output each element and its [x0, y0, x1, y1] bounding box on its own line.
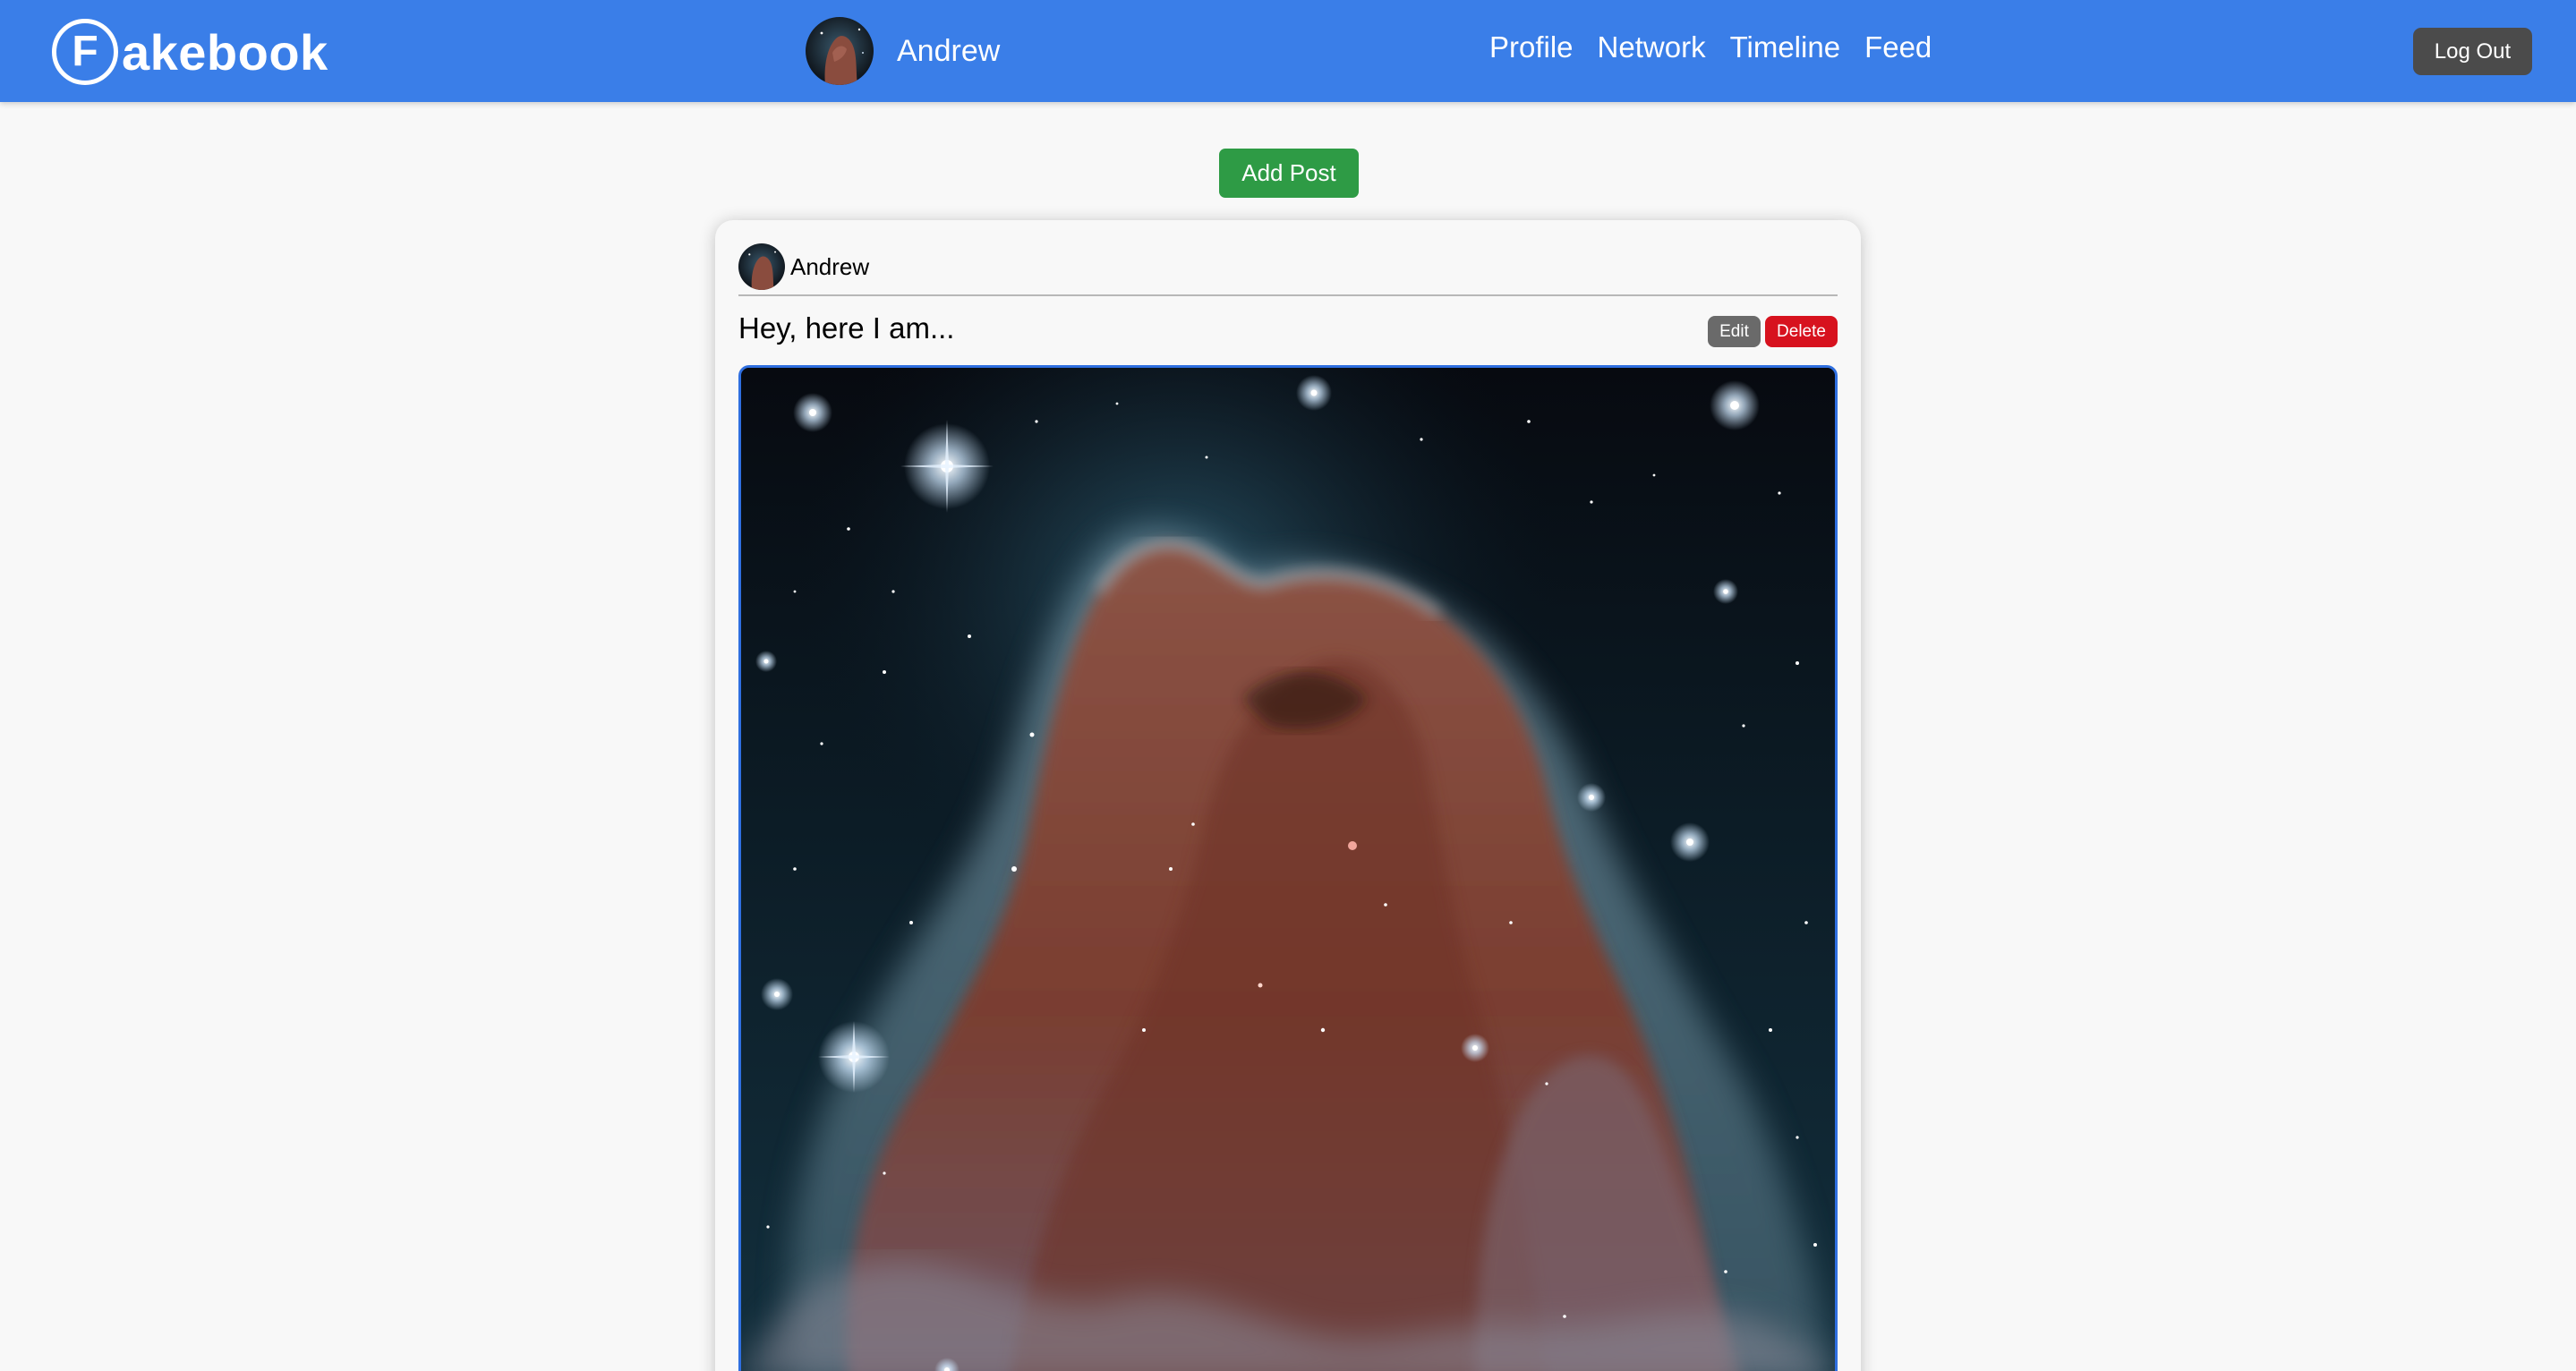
nebula-image: [741, 368, 1835, 1371]
logout-button[interactable]: Log Out: [2413, 28, 2532, 75]
post-author-avatar[interactable]: [738, 243, 785, 290]
post-caption: Hey, here I am...: [738, 311, 955, 345]
post-divider: [738, 294, 1838, 296]
post-author-name[interactable]: Andrew: [790, 253, 869, 281]
avatar[interactable]: [806, 17, 874, 85]
post-card: Andrew Hey, here I am... Edit Delete: [715, 220, 1861, 1371]
edit-post-button[interactable]: Edit: [1708, 316, 1761, 347]
delete-post-button[interactable]: Delete: [1765, 316, 1838, 347]
brand-logo[interactable]: F akebook: [52, 18, 328, 86]
current-user[interactable]: Andrew: [806, 17, 1000, 85]
nav-link-profile[interactable]: Profile: [1489, 30, 1574, 64]
post-header: Andrew: [738, 243, 869, 290]
nav-username[interactable]: Andrew: [897, 34, 1000, 69]
top-navbar: F akebook Andrew Profile Network Timelin…: [0, 0, 2576, 102]
main-nav: Profile Network Timeline Feed: [1489, 30, 1932, 64]
brand-logo-icon: F: [52, 19, 118, 85]
add-post-button[interactable]: Add Post: [1219, 149, 1359, 198]
brand-letter: F: [72, 28, 98, 75]
nav-link-timeline[interactable]: Timeline: [1730, 30, 1840, 64]
nav-link-network[interactable]: Network: [1598, 30, 1706, 64]
post-image[interactable]: [738, 365, 1838, 1371]
brand-name: akebook: [122, 23, 328, 81]
nav-link-feed[interactable]: Feed: [1864, 30, 1932, 64]
